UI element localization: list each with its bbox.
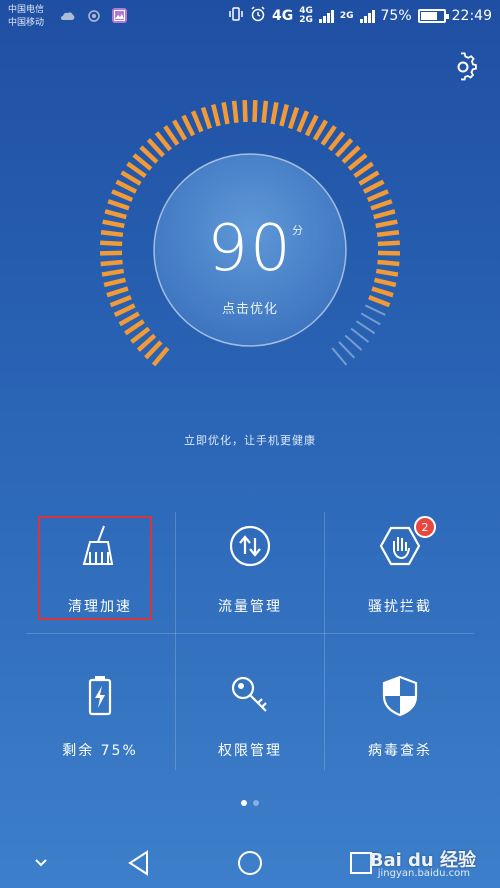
optimize-action-label[interactable]: 点击优化 (0, 298, 500, 317)
clock: 22:49 (451, 8, 492, 24)
gauge-tick-filled (181, 114, 196, 137)
gauge-tick-filled (163, 125, 180, 146)
carrier-2: 中国移动 (8, 18, 45, 28)
gauge-tick-filled (353, 161, 374, 179)
home-button[interactable] (235, 850, 265, 876)
network-small-labels: 4G 2G (299, 7, 313, 25)
tile-permissions[interactable]: 权限管理 (176, 634, 324, 759)
page-dot-2[interactable] (253, 800, 259, 806)
gauge-tick-filled (371, 286, 394, 298)
home-circle-icon (238, 851, 262, 875)
gauge-tick-filled (320, 125, 337, 146)
gauge-tick-filled (362, 179, 385, 194)
gauge-tick-filled (287, 106, 300, 130)
page-indicator (0, 800, 500, 806)
key-icon (226, 674, 274, 718)
gauge-tick-filled (358, 170, 380, 186)
tile-label-permissions: 权限管理 (218, 743, 282, 759)
carrier-labels: 中国电信 中国移动 (8, 4, 44, 30)
settings-button[interactable] (446, 50, 480, 84)
tile-antivirus[interactable]: 病毒查杀 (326, 634, 474, 759)
gauge-tick-filled (296, 110, 310, 133)
gauge-tick-empty (344, 334, 363, 351)
data-transfer-icon (226, 522, 274, 570)
navigation-bar: Bai du 经验 jingyan.baidu.com (0, 836, 500, 888)
notification-icons (60, 8, 127, 23)
network-2g-small: 2G (299, 15, 313, 25)
collapse-button[interactable] (26, 850, 56, 876)
gauge-tick-filled (130, 326, 151, 344)
network-type-4g: 4G (271, 8, 294, 24)
score-unit: 分 (292, 224, 303, 237)
gauge-tick-filled (279, 104, 289, 127)
tile-label-data: 流量管理 (218, 599, 282, 615)
gauge-tick-filled (120, 170, 142, 186)
gauge-tick-filled (231, 100, 239, 123)
vibrate-icon (228, 7, 244, 25)
gauge-tick-filled (370, 199, 393, 211)
image-notification-icon (112, 8, 127, 23)
gauge-tick-filled (172, 119, 188, 141)
alarm-icon (250, 6, 266, 26)
sync-notification-icon (86, 9, 102, 23)
gauge-tick-filled (261, 100, 269, 123)
battery-icon (417, 9, 449, 23)
block-hand-icon: 2 (376, 516, 436, 570)
cloud-notification-icon (60, 9, 76, 23)
tile-data-management[interactable]: 流量管理 (176, 512, 324, 632)
tile-label-battery: 剩余 75% (62, 743, 138, 759)
status-icons: 4G 4G 2G 2G 75% 22:49 (228, 6, 492, 26)
gauge-tick-filled (107, 199, 130, 211)
back-button[interactable] (124, 850, 154, 876)
gauge-tick-empty (350, 327, 370, 343)
gauge-tick-empty (331, 347, 348, 366)
gauge-tick-filled (242, 100, 248, 123)
battery-icon (76, 674, 124, 718)
selection-highlight (38, 516, 152, 620)
back-triangle-icon (128, 850, 148, 876)
carrier-1: 中国电信 (8, 5, 45, 15)
chevron-down-icon (35, 859, 47, 867)
tile-battery[interactable]: 剩余 75% (26, 634, 174, 759)
gear-icon (457, 52, 477, 81)
network-2g-label: 2G (339, 10, 354, 21)
battery-fill (420, 12, 438, 20)
gauge-tick-filled (252, 100, 258, 123)
gauge-tick-empty (338, 341, 356, 359)
score-value: 90 (207, 212, 293, 286)
status-bar: 中国电信 中国移动 4G 4G 2G 2G 75% 22:49 (0, 0, 500, 34)
gauge-tick-filled (126, 161, 147, 179)
page-dot-1[interactable] (241, 800, 247, 806)
gauge-tick-filled (304, 114, 319, 137)
gauge-tick-filled (221, 101, 230, 125)
notification-badge: 2 (414, 516, 436, 538)
gauge-tick-filled (366, 189, 389, 202)
watermark-url: jingyan.baidu.com (377, 868, 470, 879)
gauge-tick-filled (312, 119, 328, 141)
gauge-tick-filled (190, 110, 204, 133)
signal-strength-icon-1 (318, 9, 334, 23)
tile-harassment-block[interactable]: 2 骚扰拦截 (326, 512, 474, 632)
optimize-subtitle: 立即优化，让手机更健康 (184, 434, 316, 447)
gauge-tick-empty (355, 320, 376, 335)
gauge-tick-filled (270, 101, 279, 125)
signal-strength-icon-2 (359, 9, 375, 23)
gauge-tick-filled (115, 179, 138, 194)
gauge-tick-filled (211, 104, 221, 127)
tile-label-antivirus: 病毒查杀 (368, 743, 432, 759)
battery-percent: 75% (380, 8, 412, 24)
shield-icon (376, 674, 424, 718)
gauge-tick-filled (124, 319, 145, 336)
gauge-tick-filled (200, 106, 213, 130)
tile-label-harassment: 骚扰拦截 (368, 599, 432, 615)
gauge-tick-filled (106, 286, 129, 298)
grid-divider-v2 (324, 512, 325, 770)
gauge-tick-filled (111, 189, 134, 202)
